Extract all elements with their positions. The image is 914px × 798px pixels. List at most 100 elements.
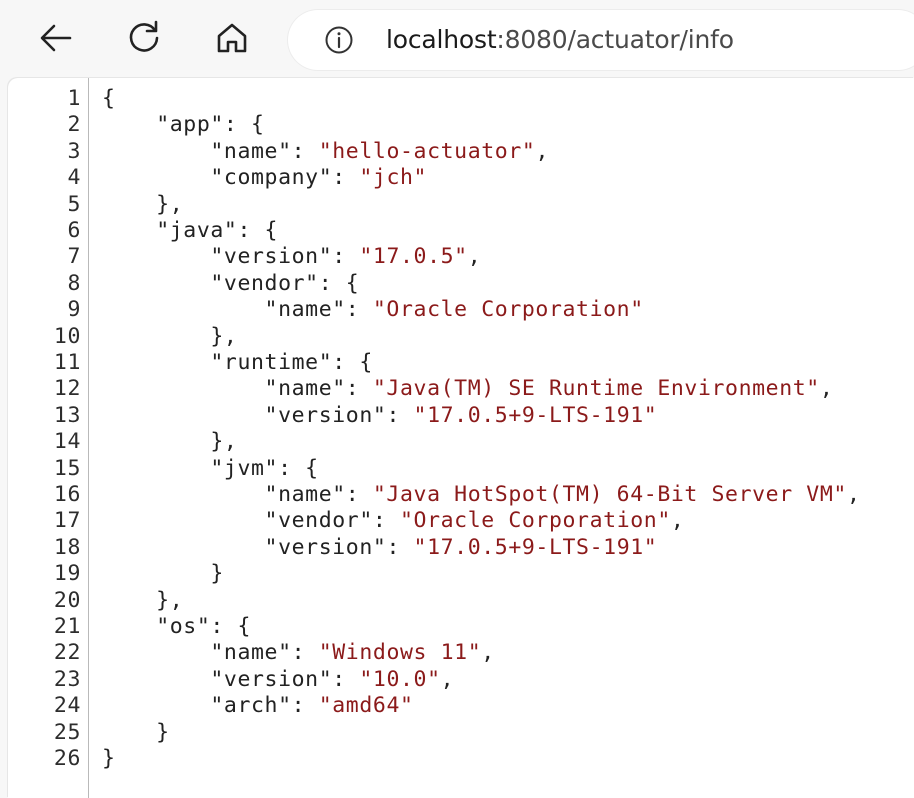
json-punctuation [102,403,265,428]
line-source: } [102,720,170,746]
line-source: }, [102,429,237,455]
json-punctuation: : { [237,218,279,243]
reload-icon [129,20,159,52]
json-string-value: "Java HotSpot(TM) 64-Bit Server VM" [372,482,847,507]
url-text[interactable]: localhost:8080/actuator/info [386,24,734,56]
json-punctuation: , [440,666,455,692]
json-punctuation [102,376,265,401]
json-punctuation: } [102,719,170,745]
json-punctuation: : { [278,455,319,481]
json-punctuation: , [819,376,834,402]
info-circle-icon[interactable] [324,25,354,55]
code-line: 11 "runtime": { [8,350,908,376]
line-number: 13 [53,402,81,428]
code-line: 23 "version": "10.0", [8,667,908,693]
line-source: "name": "Java HotSpot(TM) 64-Bit Server … [102,482,860,508]
json-key: "name" [264,376,346,402]
line-source: } [102,746,116,772]
line-number: 22 [53,640,81,666]
line-source: "name": "Java(TM) SE Runtime Environment… [102,376,833,402]
line-number: 6 [67,218,81,243]
line-source: }, [102,324,237,350]
line-number: 4 [67,165,81,191]
code-line: 26} [8,746,908,772]
line-number: 25 [53,719,81,745]
back-button[interactable] [34,16,78,60]
address-bar[interactable]: localhost:8080/actuator/info [288,10,914,70]
line-number: 17 [53,508,81,534]
json-punctuation: { [102,86,116,111]
json-string-value: "Java(TM) SE Runtime Environment" [372,376,820,402]
code-line: 7 "version": "17.0.5", [8,244,908,270]
code-line: 24 "arch": "amd64" [8,693,908,719]
json-punctuation [102,508,265,533]
json-key: "vendor" [210,270,319,296]
line-number: 23 [53,666,81,692]
line-number: 5 [67,191,81,217]
json-punctuation [102,693,210,718]
line-source: "jvm": { [102,456,319,482]
json-punctuation: : [345,482,373,507]
code-line: 8 "vendor": { [8,271,908,297]
json-punctuation: : [332,244,360,270]
line-source: "name": "hello-actuator", [102,139,549,165]
json-punctuation: : { [332,350,373,375]
json-punctuation [102,165,210,190]
line-source: "version": "10.0", [102,667,454,693]
code-line: 19 } [8,561,908,587]
json-punctuation [102,456,210,481]
json-punctuation [102,640,210,665]
arrow-left-icon [40,24,72,52]
home-button[interactable] [210,16,254,60]
json-viewer: 1{2 "app": {3 "name": "hello-actuator", 4… [8,78,914,798]
code-line: 4 "company": "jch" [8,165,908,191]
line-source: "version": "17.0.5+9-LTS-191" [102,403,657,429]
json-punctuation: : [291,693,319,719]
json-punctuation [102,482,265,507]
json-punctuation: : { [210,614,252,639]
json-punctuation: : { [318,270,360,296]
line-source: } [102,561,224,587]
json-punctuation [102,297,265,322]
line-number: 7 [67,244,81,270]
json-punctuation: : [291,138,319,164]
json-punctuation: }, [102,587,184,613]
json-string-value: "Oracle Corporation" [399,508,671,534]
json-punctuation: , [846,482,861,507]
json-key: "version" [264,534,387,560]
line-number: 19 [53,561,81,587]
json-string-value: "17.0.5" [359,244,468,270]
line-number: 21 [53,614,81,639]
json-punctuation: : [345,297,373,323]
code-line: 22 "name": "Windows 11", [8,640,908,666]
code-line: 21 "os": { [8,614,908,640]
code-line: 9 "name": "Oracle Corporation" [8,297,908,323]
json-punctuation [102,112,156,137]
json-key: "version" [210,666,333,692]
json-key: "name" [210,640,292,666]
json-key: "os" [156,614,211,639]
line-number: 18 [53,534,81,560]
json-key: "name" [264,482,346,507]
code-line: 13 "version": "17.0.5+9-LTS-191" [8,403,908,429]
json-string-value: "10.0" [359,666,441,692]
json-key: "company" [210,165,333,191]
json-punctuation: } [102,746,116,771]
line-source: "version": "17.0.5+9-LTS-191" [102,535,657,561]
code-line: 1{ [8,86,908,112]
line-number: 8 [67,270,81,296]
code-line: 3 "name": "hello-actuator", [8,139,908,165]
json-punctuation: }, [102,191,184,217]
json-punctuation [102,350,210,375]
line-number: 2 [67,112,81,138]
json-string-value: "amd64" [318,693,414,719]
json-punctuation: : [372,508,400,534]
code-line: 17 "vendor": "Oracle Corporation", [8,508,908,534]
reload-button[interactable] [122,16,166,60]
line-number: 15 [53,455,81,481]
code-line: 20 }, [8,588,908,614]
line-source: "arch": "amd64" [102,693,414,719]
line-source: "vendor": "Oracle Corporation", [102,508,684,534]
code-line: 18 "version": "17.0.5+9-LTS-191" [8,535,908,561]
json-punctuation: : [386,402,414,428]
